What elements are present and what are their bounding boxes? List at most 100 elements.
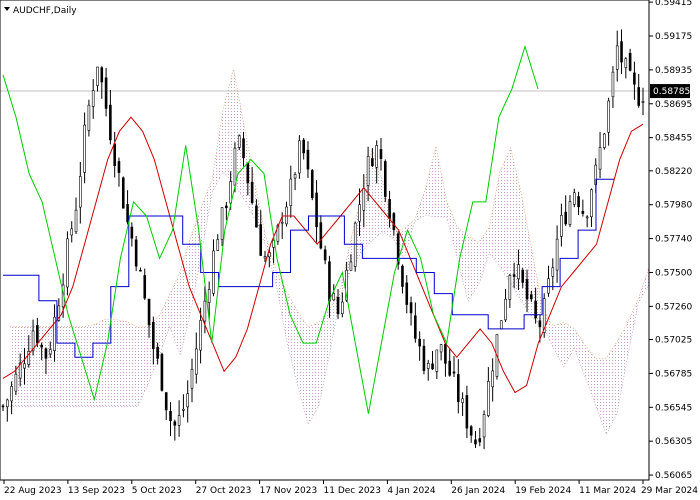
symbol-label: AUDCHF,Daily — [13, 6, 77, 16]
candle-body — [547, 278, 550, 294]
x-tick-label: 29 Mar 2024 — [641, 486, 698, 496]
candle-body — [431, 363, 434, 370]
y-tick-label: 0.59175 — [655, 32, 692, 42]
candle-body — [96, 66, 99, 86]
candle-body — [555, 238, 559, 271]
candle-body — [461, 398, 464, 403]
chart-title[interactable]: AUDCHF,Daily — [4, 6, 77, 16]
candle-body — [499, 320, 503, 330]
candle-body — [44, 348, 48, 359]
y-tick-label: 0.57500 — [655, 268, 692, 278]
candle-body — [126, 204, 129, 223]
candle-body — [457, 374, 460, 402]
candle-body — [469, 426, 473, 436]
candle-body — [375, 145, 378, 168]
candle-body — [130, 226, 134, 239]
current-price-label: 0.58785 — [650, 84, 690, 99]
x-tick-label: 26 Jan 2024 — [451, 486, 505, 496]
candle-body — [615, 45, 619, 70]
candle-body — [611, 71, 615, 98]
candle-body — [109, 104, 112, 141]
candle-body — [182, 408, 185, 411]
candle-body — [79, 176, 82, 208]
candle-body — [491, 370, 494, 388]
y-tick-label: 0.58695 — [655, 100, 692, 110]
current-price-text: 0.58785 — [653, 87, 690, 97]
candle-body — [358, 204, 361, 222]
candle-body — [220, 207, 224, 240]
candle-body — [465, 395, 469, 429]
candle-body — [14, 373, 18, 392]
y-tick-label: 0.59415 — [655, 0, 692, 8]
candle-body — [83, 124, 86, 173]
candle-body — [341, 301, 344, 314]
candle-body — [328, 261, 331, 302]
candle-body — [310, 170, 314, 199]
candle-body — [371, 158, 374, 167]
candle-body — [607, 100, 610, 133]
candle-body — [48, 349, 52, 355]
candle-body — [237, 135, 241, 148]
candle-body — [551, 267, 555, 277]
candle-body — [293, 174, 297, 179]
candle-body — [306, 149, 310, 170]
candle-body — [139, 269, 142, 272]
candle-body — [246, 162, 250, 184]
candle-body — [160, 353, 164, 391]
candle-body — [620, 41, 623, 63]
y-tick-label: 0.57980 — [655, 201, 692, 211]
candle-body — [362, 188, 366, 211]
candlestick-chart[interactable]: 0.59415 0.59175 0.58935 0.58695 0.58455 0.582… — [0, 0, 700, 500]
y-tick-label: 0.56785 — [655, 369, 692, 379]
candle-body — [66, 238, 69, 288]
candle-body — [525, 279, 529, 300]
candle-body — [422, 345, 426, 371]
candle-body — [572, 192, 576, 205]
candle-body — [40, 344, 43, 348]
candle-body — [452, 371, 456, 374]
candle-body — [87, 104, 91, 131]
candle-body — [504, 298, 507, 321]
y-tick-label: 0.58935 — [655, 66, 692, 76]
candle-body — [177, 415, 181, 426]
candle-body — [637, 87, 641, 106]
candle-body — [581, 210, 585, 214]
candle-body — [538, 320, 542, 328]
candle-body — [121, 177, 125, 209]
candle-body — [134, 239, 138, 267]
candle-body — [173, 421, 177, 426]
candle-body — [70, 228, 74, 236]
candle-body — [143, 275, 147, 299]
candle-body — [521, 269, 525, 283]
candle-body — [36, 325, 39, 344]
candle-body — [259, 224, 263, 256]
candle-body — [585, 216, 589, 219]
candle-body — [323, 249, 327, 261]
candle-body — [152, 321, 155, 350]
x-tick-label: 19 Feb 2024 — [515, 486, 571, 496]
x-tick-label: 27 Oct 2023 — [196, 486, 252, 496]
candle-body — [263, 256, 267, 259]
candle-body — [169, 411, 172, 422]
candle-body — [482, 414, 486, 438]
candle-body — [225, 205, 228, 209]
candle-body — [104, 77, 108, 109]
candle-body — [383, 161, 387, 197]
candle-body — [401, 265, 404, 287]
candle-body — [448, 360, 452, 376]
x-tick-label: 5 Oct 2023 — [132, 486, 182, 496]
y-tick-label: 0.56065 — [655, 471, 692, 481]
chart-window[interactable]: 0.59415 0.59175 0.58935 0.58695 0.58455 0.582… — [0, 0, 700, 500]
candle-body — [147, 298, 151, 326]
x-tick-label: 22 Aug 2023 — [4, 486, 62, 496]
candle-body — [186, 393, 189, 408]
candle-body — [474, 439, 477, 445]
candle-body — [418, 338, 421, 347]
x-tick-label: 17 Nov 2023 — [260, 486, 318, 496]
candle-body — [156, 346, 159, 359]
candle-body — [568, 201, 572, 225]
candle-body — [250, 181, 254, 204]
y-tick-label: 0.57025 — [655, 336, 692, 346]
candle-body — [414, 315, 417, 339]
candle-body — [478, 438, 482, 443]
